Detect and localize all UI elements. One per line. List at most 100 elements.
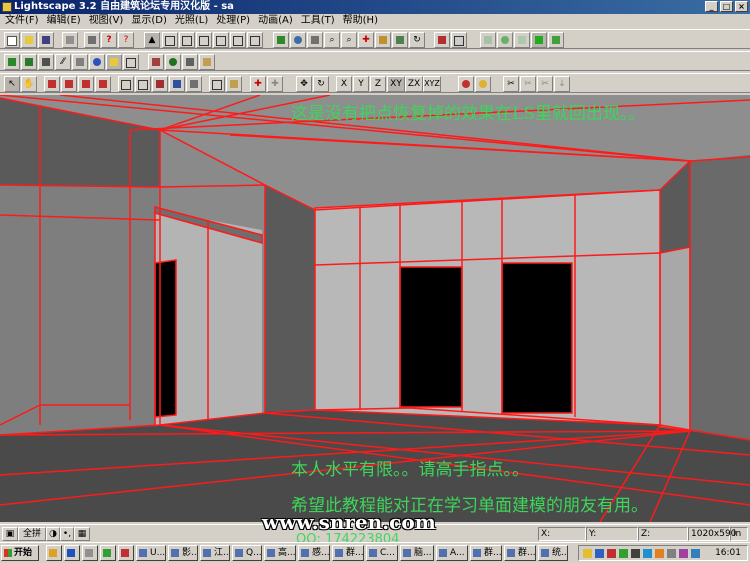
rotate-icon[interactable]: ↻: [313, 76, 329, 92]
select-icon[interactable]: ✋: [21, 76, 37, 92]
camera-icon[interactable]: [273, 32, 289, 48]
menu-animation[interactable]: 动画(A): [257, 14, 294, 28]
walk-icon[interactable]: [375, 32, 391, 48]
view-icon[interactable]: [196, 32, 212, 48]
help-icon[interactable]: ?: [101, 32, 117, 48]
task-button[interactable]: A...: [436, 545, 468, 561]
open-icon[interactable]: [21, 32, 37, 48]
ime-icon[interactable]: ▣: [2, 527, 18, 541]
maximize-button[interactable]: □: [720, 1, 733, 12]
ime-moon-icon[interactable]: ◑: [46, 527, 60, 541]
view-icon[interactable]: [230, 32, 246, 48]
edit-icon[interactable]: [169, 76, 185, 92]
rotate-icon[interactable]: ↻: [409, 32, 425, 48]
axis-y-button[interactable]: Y: [353, 76, 369, 92]
mode-icon[interactable]: [123, 54, 139, 70]
clock[interactable]: 16:01: [715, 546, 741, 560]
minimize-button[interactable]: _: [705, 1, 718, 12]
tray-icon[interactable]: [691, 549, 700, 558]
task-button[interactable]: 统...: [538, 545, 568, 561]
close-button[interactable]: ×: [735, 1, 748, 12]
select-icon[interactable]: [95, 76, 111, 92]
menu-display[interactable]: 显示(D): [130, 14, 168, 28]
select-tool-icon[interactable]: ▲: [144, 32, 160, 48]
tray-icon[interactable]: [631, 549, 640, 558]
task-button[interactable]: C...: [366, 545, 398, 561]
task-button[interactable]: 群...: [504, 545, 536, 561]
axis-xyz-button[interactable]: XYZ: [423, 76, 441, 92]
axis-z-button[interactable]: Z: [370, 76, 386, 92]
pointer-icon[interactable]: ↖: [4, 76, 20, 92]
zoom-icon[interactable]: ⌕: [324, 32, 340, 48]
view-icon[interactable]: [162, 32, 178, 48]
undo-icon[interactable]: [62, 32, 78, 48]
tray-icon[interactable]: [583, 549, 592, 558]
viewport-3d[interactable]: 这是没有把点恢复掉的效果在LS里就回出现。。 本人水平有限。。请高手指点。。 希…: [0, 95, 750, 522]
edit-icon[interactable]: [458, 76, 474, 92]
tray-icon[interactable]: [667, 549, 676, 558]
menu-tools[interactable]: 工具(T): [300, 14, 336, 28]
task-button[interactable]: 江...: [200, 545, 230, 561]
mode-icon[interactable]: [199, 54, 215, 70]
quicklaunch-icon[interactable]: [100, 545, 116, 561]
edit-icon[interactable]: [209, 76, 225, 92]
pan-icon[interactable]: [307, 32, 323, 48]
select-icon[interactable]: [78, 76, 94, 92]
zoom-window-icon[interactable]: ⌕: [341, 32, 357, 48]
mode-icon[interactable]: [165, 54, 181, 70]
quicklaunch-icon[interactable]: [118, 545, 134, 561]
mode-icon[interactable]: [89, 54, 105, 70]
tray-icon[interactable]: [607, 549, 616, 558]
task-button[interactable]: 群...: [332, 545, 364, 561]
edit-icon[interactable]: [475, 76, 491, 92]
view-icon[interactable]: [213, 32, 229, 48]
shading-icon[interactable]: [548, 32, 564, 48]
edit-icon[interactable]: [135, 76, 151, 92]
solid-shading-icon[interactable]: [531, 32, 547, 48]
axis-xy-button[interactable]: XY: [387, 76, 405, 92]
menu-process[interactable]: 处理(P): [215, 14, 251, 28]
ime-punct-icon[interactable]: •,: [60, 527, 74, 541]
edit-icon[interactable]: ✂: [503, 76, 519, 92]
orbit-icon[interactable]: [290, 32, 306, 48]
menu-light[interactable]: 光照(L): [174, 14, 209, 28]
ime-mode-button[interactable]: 全拼: [18, 527, 46, 541]
edit-icon[interactable]: ✚: [250, 76, 266, 92]
edit-icon[interactable]: ✂: [537, 76, 553, 92]
shading-icon[interactable]: [497, 32, 513, 48]
fly-icon[interactable]: [392, 32, 408, 48]
new-icon[interactable]: [4, 32, 20, 48]
task-button[interactable]: 高...: [264, 545, 296, 561]
move-icon[interactable]: ✚: [358, 32, 374, 48]
render-window-icon[interactable]: [451, 32, 467, 48]
view-icon[interactable]: [247, 32, 263, 48]
edit-icon[interactable]: ✂: [520, 76, 536, 92]
edit-icon[interactable]: ✚: [267, 76, 283, 92]
edit-icon[interactable]: [226, 76, 242, 92]
render-icon[interactable]: [434, 32, 450, 48]
print-icon[interactable]: [84, 32, 100, 48]
move-icon[interactable]: ✥: [296, 76, 312, 92]
axis-x-button[interactable]: X: [336, 76, 352, 92]
task-button[interactable]: U...: [136, 545, 166, 561]
quicklaunch-icon[interactable]: [82, 545, 98, 561]
tray-icon[interactable]: [595, 549, 604, 558]
select-icon[interactable]: [61, 76, 77, 92]
tray-icon[interactable]: [619, 549, 628, 558]
mode-icon[interactable]: [182, 54, 198, 70]
mode-icon[interactable]: [4, 54, 20, 70]
edit-icon[interactable]: [118, 76, 134, 92]
edit-icon[interactable]: ↓: [554, 76, 570, 92]
start-button[interactable]: 开始: [1, 545, 39, 561]
mode-icon[interactable]: [38, 54, 54, 70]
task-button[interactable]: Q...: [232, 545, 262, 561]
menu-file[interactable]: 文件(F): [4, 14, 40, 28]
quicklaunch-icon[interactable]: [46, 545, 62, 561]
tray-icon[interactable]: [679, 549, 688, 558]
mode-icon[interactable]: [106, 54, 122, 70]
menu-edit[interactable]: 编辑(E): [46, 14, 82, 28]
menu-view[interactable]: 视图(V): [88, 14, 125, 28]
tray-icon[interactable]: [655, 549, 664, 558]
context-help-icon[interactable]: ?: [118, 32, 134, 48]
task-button[interactable]: 脑...: [400, 545, 434, 561]
